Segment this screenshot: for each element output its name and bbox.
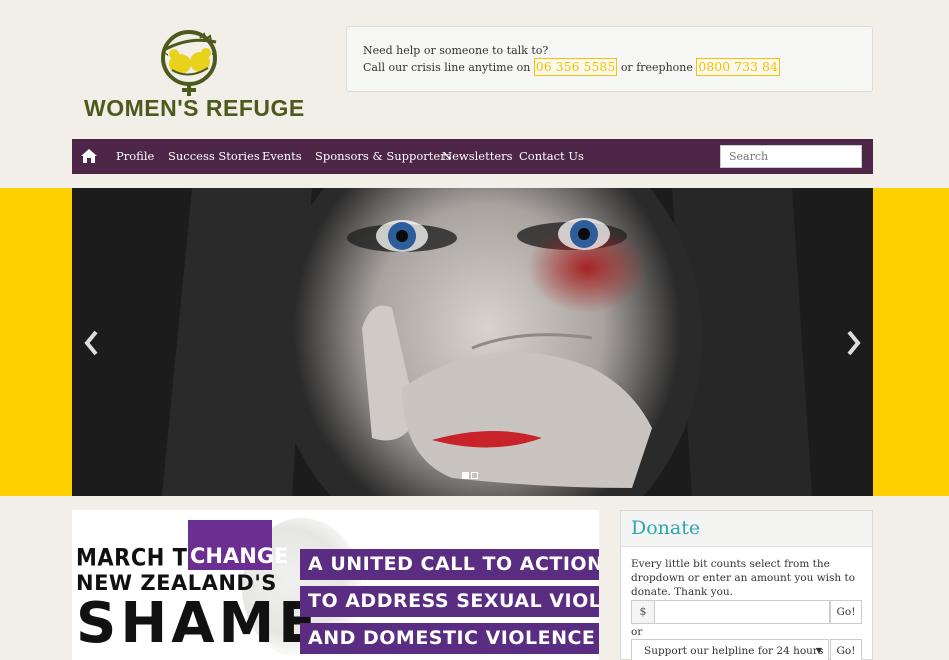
march-to-change-banner[interactable]: MARCH TO CHANGE NEW ZEALAND'S SHAME A UN… [72,510,599,660]
freephone-link[interactable]: 0800 733 84 [696,58,780,76]
banner-call-line-3: AND DOMESTIC VIOLENCE [300,623,599,654]
home-icon[interactable] [80,148,98,164]
site-logo[interactable]: WOMEN'S REFUGE [84,28,304,124]
banner-headline: MARCH TO CHANGE NEW ZEALAND'S SHAME [76,520,321,656]
nav-item-sponsors[interactable]: Sponsors & Supporters [315,139,452,174]
crisis-line-box: Need help or someone to talk to? Call ou… [346,26,873,92]
crisis-call-line: Call our crisis line anytime on 06 356 5… [363,58,856,76]
donate-panel: Donate Every little bit counts select fr… [620,510,873,660]
banner-shame: SHAME [76,591,321,656]
crisis-call-middle: or freephone [620,61,693,74]
logo-text: WOMEN'S REFUGE [84,95,305,121]
crisis-call-prefix: Call our crisis line anytime on [363,61,531,74]
chevron-left-icon[interactable] [82,328,102,358]
donate-select-value: Support our helpline for 24 hours [644,645,824,657]
crisis-phone-link[interactable]: 06 356 5585 [533,58,618,76]
slider-dot-2[interactable] [471,472,478,479]
nav-item-profile[interactable]: Profile [116,139,154,174]
slider-dot-1[interactable] [462,472,469,479]
donate-option-select[interactable]: Support our helpline for 24 hours ▼ [631,639,829,660]
hero-slide-image [72,188,873,496]
crisis-help-text: Need help or someone to talk to? [363,44,549,57]
caret-down-icon: ▼ [815,646,822,655]
search-input[interactable] [720,145,862,168]
donate-amount-input[interactable] [654,600,830,624]
currency-addon: $ [631,600,655,624]
nav-item-success-stories[interactable]: Success Stories [168,139,260,174]
donate-select-go-button[interactable]: Go! [830,639,862,660]
banner-call-line-1: A UNITED CALL TO ACTION [300,549,599,580]
nav-item-contact-us[interactable]: Contact Us [519,139,584,174]
logo-birds-icon [161,30,217,96]
banner-change: CHANGE [188,520,288,570]
hero-slider [72,188,873,496]
main-navbar: Profile Success Stories Events Sponsors … [72,139,873,174]
donate-or-label: or [631,626,643,638]
donate-amount-go-button[interactable]: Go! [830,600,862,624]
banner-call-line-2: TO ADDRESS SEXUAL VIOLENCE [300,586,599,617]
nav-item-events[interactable]: Events [262,139,302,174]
donate-description: Every little bit counts select from the … [631,558,856,598]
nav-item-newsletters[interactable]: Newsletters [442,139,513,174]
donate-title: Donate [621,511,872,547]
donate-amount-row: $ Go! [631,600,862,624]
slider-pagination [462,464,480,483]
chevron-right-icon[interactable] [843,328,863,358]
